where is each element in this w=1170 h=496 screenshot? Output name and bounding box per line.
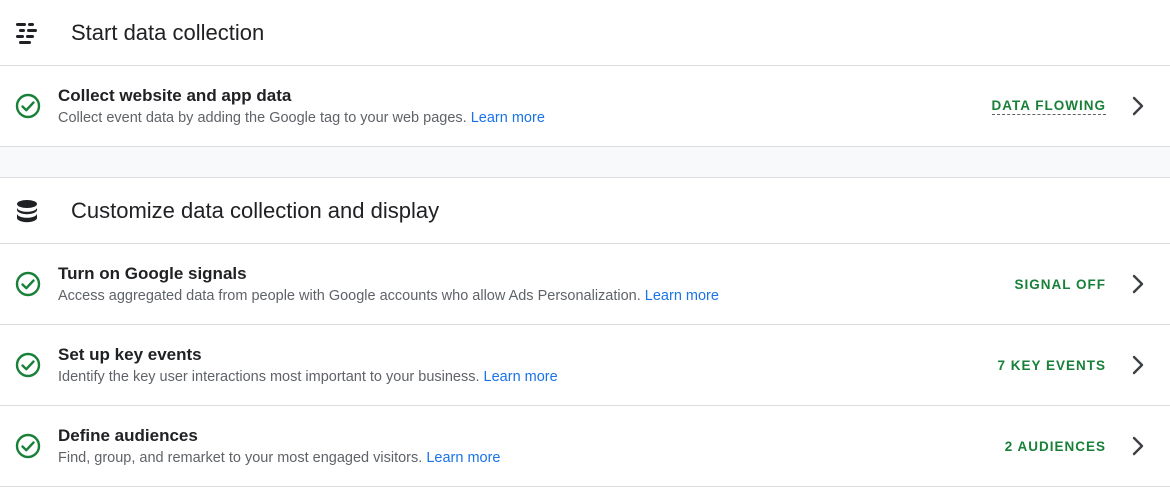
item-description-text: Access aggregated data from people with … xyxy=(58,287,641,304)
item-description: Identify the key user interactions most … xyxy=(58,367,997,387)
check-circle-icon xyxy=(15,93,41,119)
learn-more-link[interactable]: Learn more xyxy=(484,369,558,385)
section-title: Customize data collection and display xyxy=(71,197,440,223)
chevron-right-icon[interactable] xyxy=(1128,353,1148,377)
section-divider xyxy=(0,147,1170,178)
item-description: Collect event data by adding the Google … xyxy=(58,108,992,128)
section-header-start-data-collection: Start data collection xyxy=(0,0,1170,66)
status-badge[interactable]: DATA FLOWING xyxy=(991,98,1106,115)
item-description: Access aggregated data from people with … xyxy=(58,286,1014,306)
item-description-text: Identify the key user interactions most … xyxy=(58,368,480,385)
item-description-text: Find, group, and remarket to your most e… xyxy=(58,449,423,466)
check-circle-icon xyxy=(15,352,41,378)
section-header-customize-data-collection: Customize data collection and display xyxy=(0,178,1170,244)
item-title: Set up key events xyxy=(58,344,202,364)
setup-item-google-signals[interactable]: Turn on Google signals Access aggregated… xyxy=(0,244,1170,325)
check-circle-icon xyxy=(15,433,41,459)
item-description: Find, group, and remarket to your most e… xyxy=(58,448,1005,468)
status-badge: 2 AUDIENCES xyxy=(1004,438,1106,454)
learn-more-link[interactable]: Learn more xyxy=(426,450,500,466)
item-description-text: Collect event data by adding the Google … xyxy=(58,109,467,126)
item-title: Collect website and app data xyxy=(58,85,292,105)
item-title: Turn on Google signals xyxy=(58,263,247,283)
learn-more-link[interactable]: Learn more xyxy=(645,288,719,304)
setup-item-key-events[interactable]: Set up key events Identify the key user … xyxy=(0,325,1170,406)
status-badge: 7 KEY EVENTS xyxy=(997,357,1106,373)
setup-item-collect-website-app-data[interactable]: Collect website and app data Collect eve… xyxy=(0,66,1170,147)
check-circle-icon xyxy=(15,271,41,297)
data-stream-icon xyxy=(14,20,40,46)
status-badge: SIGNAL OFF xyxy=(1014,276,1106,292)
item-title: Define audiences xyxy=(58,425,198,445)
chevron-right-icon[interactable] xyxy=(1128,94,1148,118)
section-title: Start data collection xyxy=(71,19,265,45)
chevron-right-icon[interactable] xyxy=(1128,272,1148,296)
database-icon xyxy=(14,198,40,224)
setup-item-audiences[interactable]: Define audiences Find, group, and remark… xyxy=(0,406,1170,487)
chevron-right-icon[interactable] xyxy=(1128,434,1148,458)
learn-more-link[interactable]: Learn more xyxy=(471,110,545,126)
